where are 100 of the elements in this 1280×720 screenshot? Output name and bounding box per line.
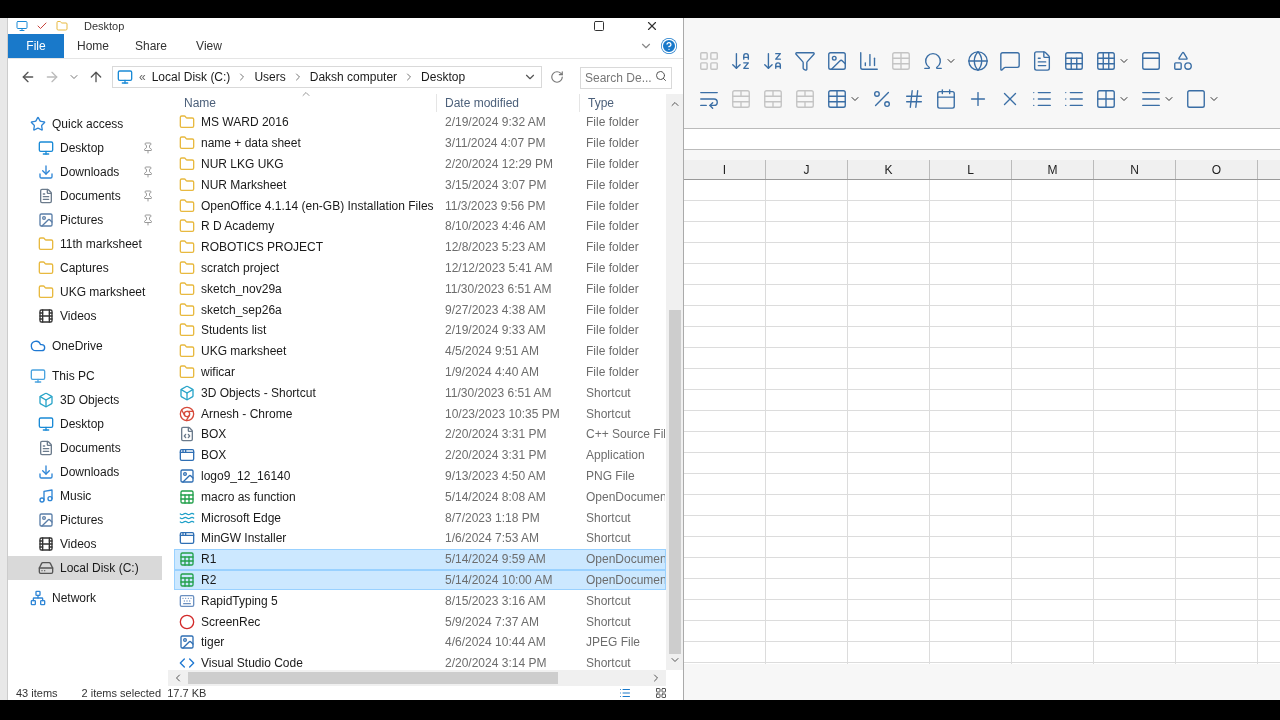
file-row[interactable]: UKG marksheet 4/5/2024 9:51 AM File folder: [174, 340, 666, 362]
nav-item[interactable]: Downloads: [8, 460, 162, 484]
nav-item[interactable]: Network: [8, 586, 162, 610]
bar-chart-icon[interactable]: [858, 50, 880, 72]
nav-item[interactable]: Pictures: [8, 208, 162, 232]
percent-icon[interactable]: [871, 88, 893, 110]
sort-descending-icon[interactable]: [762, 50, 784, 72]
file-row[interactable]: Students list 2/19/2024 9:33 AM File folder: [174, 319, 666, 341]
nav-item[interactable]: Music: [8, 484, 162, 508]
column-header[interactable]: J: [766, 160, 848, 179]
nav-item[interactable]: Documents: [8, 184, 162, 208]
ribbon-tab[interactable]: Share: [122, 34, 180, 58]
search-field[interactable]: Search De...: [580, 66, 672, 89]
file-row[interactable]: Microsoft Edge 8/7/2023 1:18 PM Shortcut: [174, 507, 666, 528]
nav-item[interactable]: Desktop: [8, 412, 162, 436]
column-header[interactable]: N: [1094, 160, 1176, 179]
comment-icon[interactable]: [999, 50, 1021, 72]
nav-item[interactable]: Documents: [8, 436, 162, 460]
column-header[interactable]: M: [1012, 160, 1094, 179]
panel-icon[interactable]: [1140, 50, 1162, 72]
file-row[interactable]: tiger 4/6/2024 10:44 AM JPEG File: [174, 631, 666, 653]
close-icon[interactable]: [645, 19, 659, 33]
document-icon: [38, 440, 54, 456]
nav-item[interactable]: Desktop: [8, 136, 162, 160]
maximize-icon[interactable]: [593, 20, 605, 32]
file-row[interactable]: Visual Studio Code 2/20/2024 3:14 PM Shortcut: [174, 652, 666, 674]
shapes-icon[interactable]: [1172, 50, 1194, 72]
nav-item[interactable]: Videos: [8, 304, 162, 328]
nav-item[interactable]: 3D Objects: [8, 388, 162, 412]
file-row[interactable]: R D Academy 8/10/2023 4:46 AM File folder: [174, 216, 666, 237]
file-row[interactable]: wificar 1/9/2024 4:40 AM File folder: [174, 361, 666, 383]
breadcrumb-item[interactable]: Users: [254, 67, 286, 86]
file-row[interactable]: scratch project 12/12/2023 5:41 AM File folder: [174, 257, 666, 279]
address-bar[interactable]: « Local Disk (C:) Users Daksh computer Desktop: [112, 65, 542, 88]
formula-input[interactable]: [684, 128, 1280, 150]
nav-item[interactable]: Downloads: [8, 160, 162, 184]
help-icon[interactable]: [661, 38, 677, 54]
cell-grid[interactable]: [684, 180, 1280, 664]
nav-item[interactable]: UKG marksheet: [8, 280, 162, 304]
column-header[interactable]: K: [848, 160, 930, 179]
square-icon[interactable]: [1185, 88, 1207, 110]
scroll-thumb[interactable]: [188, 672, 558, 684]
breadcrumb-overflow[interactable]: «: [139, 67, 146, 86]
nav-item[interactable]: Pictures: [8, 508, 162, 532]
tiles-view-icon[interactable]: [655, 687, 667, 699]
nav-item[interactable]: 11th marksheet: [8, 232, 162, 256]
table-icon[interactable]: [826, 88, 848, 110]
nav-item[interactable]: Quick access: [8, 112, 162, 136]
ribbon-tab[interactable]: File: [8, 34, 64, 58]
column-header[interactable]: L: [930, 160, 1012, 179]
sheet-icon[interactable]: [1063, 50, 1085, 72]
borders-icon[interactable]: [1095, 88, 1117, 110]
nav-item[interactable]: OneDrive: [8, 334, 162, 358]
file-row[interactable]: sketch_sep26a 9/27/2023 4:38 AM File folder: [174, 299, 666, 320]
filter-icon[interactable]: [794, 50, 816, 72]
file-row[interactable]: NUR Marksheet 3/15/2024 3:07 PM File folder: [174, 174, 666, 196]
nav-item[interactable]: Local Disk (C:): [8, 556, 162, 580]
nav-item[interactable]: This PC: [8, 364, 162, 388]
file-row[interactable]: OpenOffice 4.1.14 (en-GB) Installation Files 11/3/2023 9:56 PM File folder: [174, 195, 666, 216]
file-row[interactable]: sketch_nov29a 11/30/2023 6:51 AM File folder: [174, 278, 666, 300]
breadcrumb-item[interactable]: Daksh computer: [309, 67, 398, 86]
column-header[interactable]: Name: [168, 94, 436, 112]
file-row[interactable]: MS WARD 2016 2/19/2024 9:32 AM File folder: [174, 112, 666, 133]
horizontal-scrollbar[interactable]: [168, 670, 666, 686]
breadcrumb-item[interactable]: Desktop: [421, 67, 466, 86]
details-view-icon[interactable]: [619, 687, 631, 699]
grid-icon[interactable]: [1095, 50, 1117, 72]
scroll-thumb[interactable]: [668, 310, 681, 654]
file-row[interactable]: ScreenRec 5/9/2024 7:37 AM Shortcut: [174, 611, 666, 632]
file-row[interactable]: logo9_12_16140 9/13/2023 4:50 AM PNG File: [174, 465, 666, 487]
file-row[interactable]: name + data sheet 3/11/2024 4:07 PM File folder: [174, 132, 666, 154]
calendar-icon[interactable]: [935, 88, 957, 110]
file-row[interactable]: Arnesh - Chrome 10/23/2023 10:35 PM Shortcut: [174, 403, 666, 424]
file-row[interactable]: 3D Objects - Shortcut 11/30/2023 6:51 AM Shortcut: [174, 382, 666, 404]
vertical-scrollbar[interactable]: [666, 94, 683, 670]
file-row[interactable]: ROBOTICS PROJECT 12/8/2023 5:23 AM File folder: [174, 236, 666, 258]
refresh-icon[interactable]: [550, 69, 564, 84]
file-row[interactable]: BOX 2/20/2024 3:31 PM Application: [174, 444, 666, 466]
nav-item[interactable]: Videos: [8, 532, 162, 556]
ribbon-tab[interactable]: Home: [64, 34, 122, 58]
window-title: Desktop: [84, 20, 125, 32]
hash-icon[interactable]: [903, 88, 925, 110]
file-row[interactable]: NUR LKG UKG 2/20/2024 12:29 PM File folder: [174, 153, 666, 175]
column-header[interactable]: Date modified: [436, 94, 579, 112]
globe-icon[interactable]: [967, 50, 989, 72]
column-header[interactable]: O: [1176, 160, 1258, 179]
file-name: logo9_12_16140: [201, 467, 291, 485]
ribbon-tab[interactable]: View: [180, 34, 238, 58]
file-row[interactable]: MinGW Installer 1/6/2024 7:53 AM Shortcut: [174, 527, 666, 549]
folder-icon: [179, 280, 195, 297]
omega-icon[interactable]: [922, 50, 944, 72]
file-row[interactable]: BOX 2/20/2024 3:31 PM C++ Source Fil: [174, 423, 666, 445]
column-header[interactable]: I: [684, 160, 766, 179]
sort-ascending-icon[interactable]: [730, 50, 752, 72]
type-cell-text: File folder: [585, 156, 640, 173]
nav-item[interactable]: Captures: [8, 256, 162, 280]
breadcrumb-item[interactable]: Local Disk (C:): [151, 67, 231, 86]
image-icon[interactable]: [826, 50, 848, 72]
file-row[interactable]: RapidTyping 5 8/15/2023 3:16 AM Shortcut: [174, 590, 666, 612]
page-icon[interactable]: [1031, 50, 1053, 72]
